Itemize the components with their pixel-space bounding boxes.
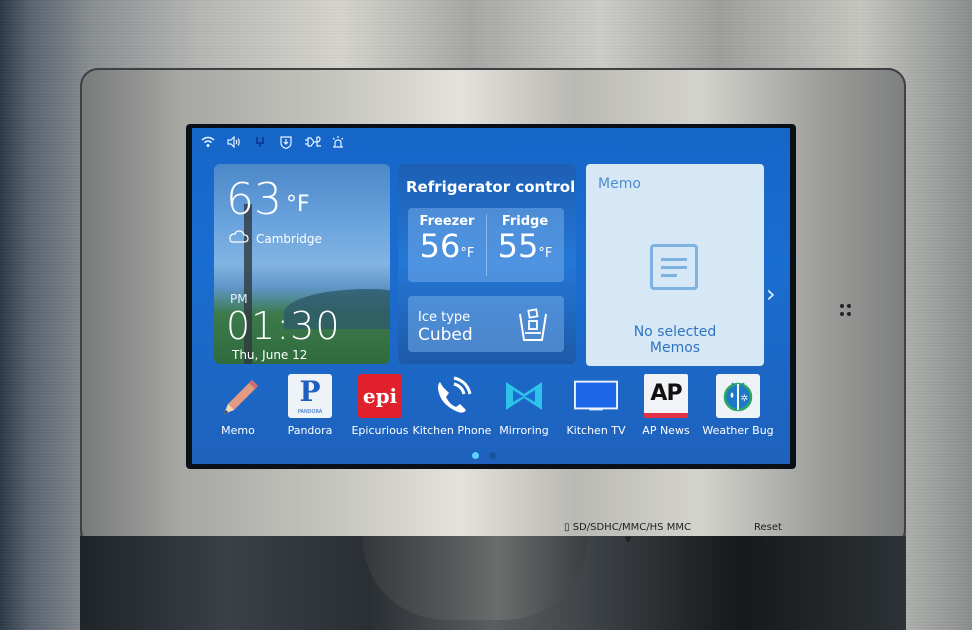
sd-card-icon: ▯ [564,522,570,533]
temperature-unit: °F [286,192,310,217]
reset-arrow-icon[interactable]: ▼ [765,535,771,544]
svg-text:✲: ✲ [741,394,749,404]
next-page-chevron-icon[interactable]: › [766,280,776,308]
sensor-holes [840,304,852,316]
memo-title: Memo [598,176,641,192]
wifi-icon [200,136,216,152]
app-pandora[interactable]: P PANDORA Pandora [270,374,350,437]
status-bar [200,134,346,154]
temperature-panel[interactable]: Freezer 56°F Fridge 55°F [408,208,564,282]
pandora-icon: P PANDORA [288,374,332,418]
page-indicator [472,452,496,459]
page-dot-2[interactable] [489,452,496,459]
ice-type-label: Ice type [418,310,471,325]
app-label: Weather Bug [702,424,774,437]
app-epicurious[interactable]: epi Epicurious [340,374,420,437]
freezer-unit: °F [460,246,475,261]
weatherbug-icon: ✲ [716,374,760,418]
memo-empty-message: No selected Memos [633,324,717,356]
app-label: Pandora [287,424,333,437]
memo-widget[interactable]: Memo No selected Memos [586,164,764,366]
mirroring-icon [502,374,546,418]
sd-card-slot-label: ▯ SD/SDHC/MMC/HS MMC [564,522,691,533]
app-label: Kitchen TV [566,424,626,437]
reset-label: Reset [754,522,782,533]
app-label: Mirroring [499,424,549,437]
cable-icon [304,136,321,152]
volume-icon [226,135,242,152]
app-label: Memo [221,424,255,437]
app-label: Kitchen Phone [412,424,492,437]
freezer-temperature[interactable]: Freezer 56°F [408,214,486,264]
page-dot-1[interactable] [472,452,479,459]
phone-icon [430,374,474,418]
location-row: Cambridge [228,230,322,247]
network-icon [252,136,268,152]
freezer-value: 56 [419,227,461,265]
memo-document-icon [650,244,698,290]
app-mirroring[interactable]: Mirroring [484,374,564,437]
app-dock: Memo P PANDORA Pandora epi Epicurious Ki… [192,374,790,454]
app-kitchen-phone[interactable]: Kitchen Phone [412,374,492,437]
fridge-value: 55 [497,227,539,265]
current-temperature: 63 [226,174,282,225]
alarm-icon [330,135,346,153]
ice-cup-icon [519,308,547,341]
fridge-temperature[interactable]: Fridge 55°F [486,214,564,264]
app-label: AP News [642,424,690,437]
refrigerator-control-title: Refrigerator control [406,178,576,196]
touch-display: 63 °F Cambridge PM 01:30 Thu, June 12 Re… [192,128,790,464]
tv-icon [574,374,618,418]
ice-type-panel[interactable]: Ice type Cubed [408,296,564,352]
sd-slot-arrow-icon: ▼ [625,535,632,544]
refrigerator-control-widget[interactable]: Refrigerator control Freezer 56°F Fridge… [398,164,576,364]
cloudy-icon [228,230,250,247]
app-kitchen-tv[interactable]: Kitchen TV [556,374,636,437]
weather-clock-widget[interactable]: 63 °F Cambridge PM 01:30 Thu, June 12 [214,164,390,364]
app-weather-bug[interactable]: ✲ Weather Bug [698,374,778,437]
fridge-unit: °F [538,246,553,261]
shield-download-icon [278,135,294,153]
ice-type-value: Cubed [418,325,473,345]
epicurious-icon: epi [358,374,402,418]
app-ap-news[interactable]: AP AP News [626,374,706,437]
clock-time: 01:30 [226,304,341,348]
app-memo[interactable]: Memo [198,374,278,437]
city-name: Cambridge [256,231,322,246]
pencil-icon [216,374,260,418]
app-label: Epicurious [351,424,409,437]
ap-news-icon: AP [644,374,688,418]
clock-date: Thu, June 12 [232,348,308,362]
